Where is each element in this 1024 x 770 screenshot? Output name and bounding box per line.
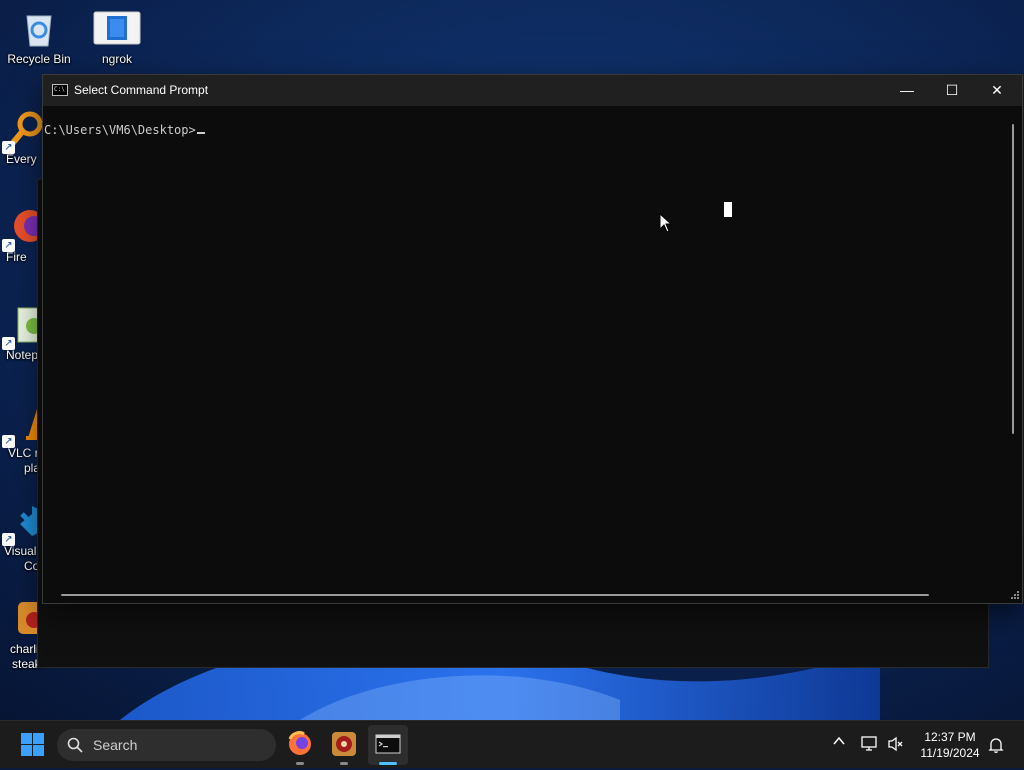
cmd-app-icon: C:\ (52, 84, 68, 96)
network-icon (861, 736, 877, 751)
taskbar-app-game[interactable] (324, 725, 364, 765)
desktop-icon-label: Recycle Bin (7, 52, 71, 66)
taskbar-app-firefox[interactable] (280, 725, 320, 765)
recycle-bin-icon (19, 8, 59, 48)
clock-time: 12:37 PM (924, 730, 976, 744)
search-placeholder: Search (93, 737, 138, 753)
bell-icon (988, 738, 1004, 753)
running-indicator (340, 762, 348, 765)
shortcut-arrow-icon: ↗ (2, 239, 15, 252)
desktop-icon-ngrok[interactable]: ngrok (79, 2, 155, 67)
start-button[interactable] (12, 729, 52, 761)
windows-logo-icon (21, 733, 44, 756)
active-indicator (379, 762, 397, 765)
text-selection-cursor (724, 202, 732, 217)
resize-grip-icon[interactable] (1005, 587, 1022, 603)
minimize-button[interactable]: — (884, 75, 930, 106)
shortcut-arrow-icon: ↗ (2, 141, 15, 154)
show-hidden-icons-button[interactable] (832, 734, 846, 751)
ngrok-icon (93, 8, 141, 48)
terminal-icon (375, 734, 401, 754)
shortcut-arrow-icon: ↗ (2, 435, 15, 448)
desktop-icon-recycle-bin[interactable]: Recycle Bin (1, 2, 77, 67)
shortcut-arrow-icon: ↗ (2, 533, 15, 546)
mouse-pointer-icon (659, 213, 673, 233)
clock-date: 11/19/2024 (920, 746, 980, 760)
desktop-icon-label: ngrok (101, 52, 133, 66)
minimize-icon: — (900, 82, 914, 98)
window-title: Select Command Prompt (74, 83, 209, 97)
running-indicator (296, 762, 304, 765)
console-output[interactable]: C:\Users\VM6\Desktop> (43, 106, 1005, 587)
taskbar-search-box[interactable]: Search (57, 729, 276, 761)
horizontal-scrollbar[interactable] (43, 587, 1005, 603)
close-icon: ✕ (991, 82, 1003, 98)
search-icon (67, 737, 83, 753)
vertical-scrollbar[interactable] (1005, 106, 1022, 587)
taskbar: Search 12:37 PM 11/19/2024 (0, 720, 1024, 768)
firefox-icon (288, 731, 311, 755)
maximize-icon: ☐ (945, 82, 959, 98)
chevron-up-icon (833, 736, 845, 745)
everything-search-icon: ↗ (2, 108, 44, 154)
network-button[interactable] (861, 736, 879, 755)
vertical-scrollbar-thumb[interactable] (1012, 124, 1014, 434)
game-icon (332, 732, 356, 756)
text-cursor (196, 132, 205, 134)
volume-muted-icon (888, 736, 903, 752)
prompt-line: C:\Users\VM6\Desktop> (44, 123, 205, 137)
maximize-button[interactable]: ☐ (929, 75, 975, 106)
prompt-text: C:\Users\VM6\Desktop> (44, 123, 196, 137)
notifications-button[interactable] (988, 736, 1004, 757)
volume-button[interactable] (887, 736, 905, 755)
window-titlebar[interactable]: C:\ Select Command Prompt — ☐ ✕ (43, 75, 1022, 106)
taskbar-clock[interactable]: 12:37 PM 11/19/2024 (914, 729, 986, 761)
close-button[interactable]: ✕ (974, 75, 1020, 106)
horizontal-scrollbar-thumb[interactable] (61, 594, 929, 596)
taskbar-app-command-prompt[interactable] (368, 725, 408, 765)
shortcut-arrow-icon: ↗ (2, 337, 15, 350)
command-prompt-window[interactable]: C:\ Select Command Prompt — ☐ ✕ C:\Users… (43, 75, 1022, 603)
